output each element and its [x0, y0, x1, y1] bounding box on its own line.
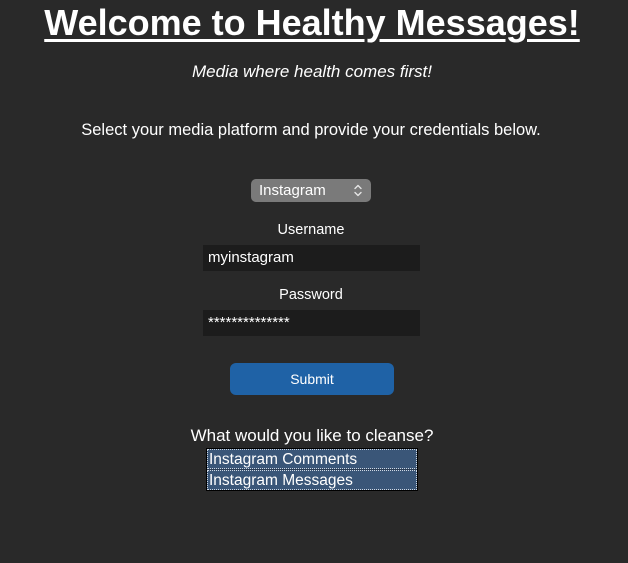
- page-subtitle: Media where health comes first!: [192, 62, 432, 81]
- chevron-up-down-icon: [354, 184, 362, 197]
- cleanse-label: What would you like to cleanse?: [190, 426, 434, 445]
- page-title: Welcome to Healthy Messages!: [44, 2, 580, 43]
- username-field[interactable]: myinstagram: [203, 245, 420, 271]
- username-label: Username: [277, 222, 345, 238]
- cleanse-listbox[interactable]: Instagram Comments Instagram Messages: [206, 448, 418, 491]
- cleanse-option-comments[interactable]: Instagram Comments: [207, 449, 417, 469]
- cleanse-option-messages[interactable]: Instagram Messages: [207, 470, 417, 490]
- platform-select[interactable]: Instagram: [251, 179, 371, 202]
- password-label: Password: [279, 287, 343, 303]
- platform-select-value: Instagram: [259, 182, 326, 199]
- submit-button[interactable]: Submit: [230, 363, 394, 395]
- password-field[interactable]: **************: [203, 310, 420, 336]
- page: Welcome to Healthy Messages! Media where…: [0, 0, 628, 563]
- instructions-text: Select your media platform and provide y…: [81, 121, 541, 139]
